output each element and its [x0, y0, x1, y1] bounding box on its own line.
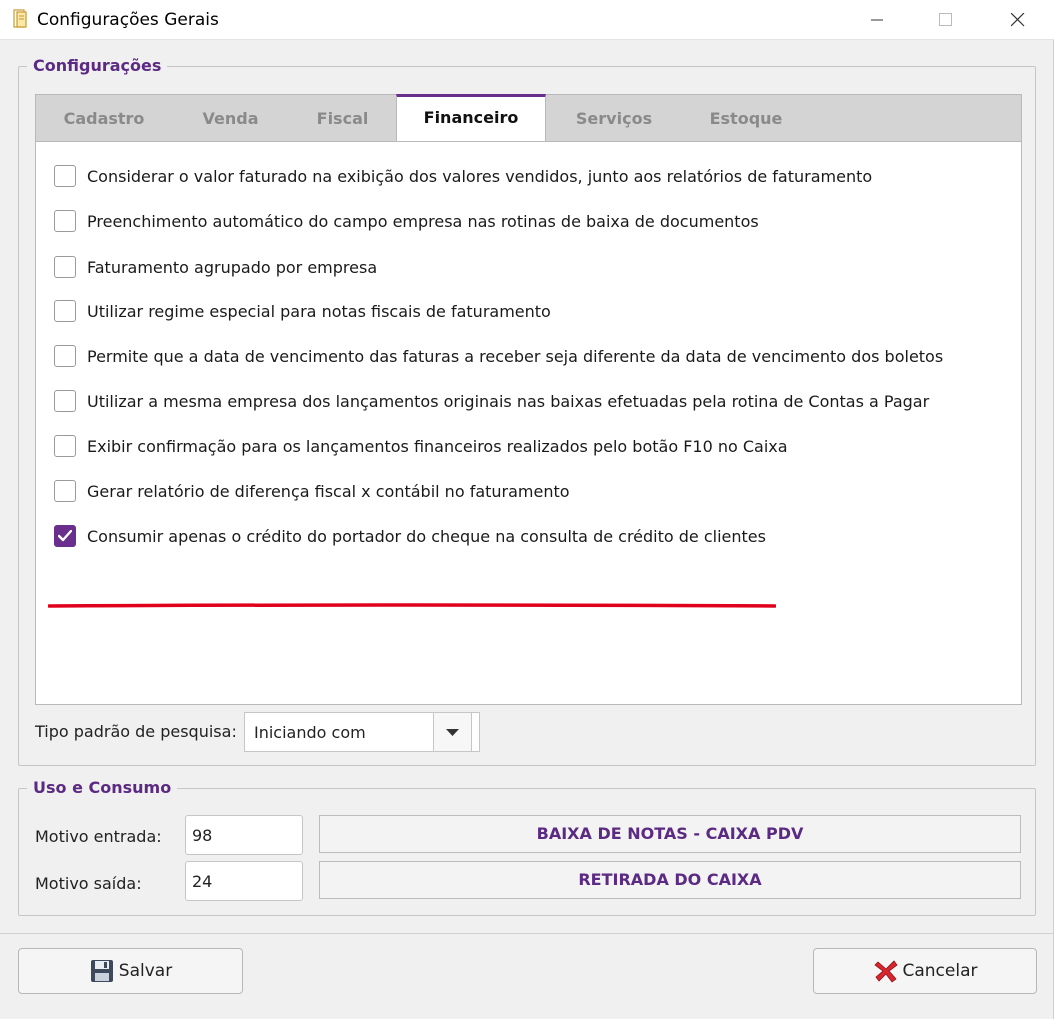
- motivo-saida-input[interactable]: 24: [185, 861, 303, 901]
- option-row[interactable]: Gerar relatório de diferença fiscal x co…: [54, 479, 570, 503]
- red-x-icon: [873, 960, 898, 983]
- floppy-disk-icon: [90, 960, 113, 982]
- search-type-label: Tipo padrão de pesquisa:: [35, 722, 237, 741]
- option-label: Exibir confirmação para os lançamentos f…: [87, 436, 788, 456]
- checkbox[interactable]: [54, 480, 76, 502]
- option-label: Permite que a data de vencimento das fat…: [87, 346, 944, 366]
- search-type-select[interactable]: Iniciando com: [244, 712, 480, 752]
- tab-estoque[interactable]: Estoque: [682, 95, 810, 142]
- footer-separator: [0, 933, 1054, 934]
- option-row[interactable]: Consumir apenas o crédito do portador do…: [54, 524, 766, 548]
- option-row[interactable]: Utilizar regime especial para notas fisc…: [54, 299, 551, 323]
- app-icon: [13, 9, 27, 28]
- option-label: Faturamento agrupado por empresa: [87, 257, 378, 277]
- option-row[interactable]: Utilizar a mesma empresa dos lançamentos…: [54, 389, 929, 413]
- tab-venda[interactable]: Venda: [172, 95, 289, 142]
- option-row[interactable]: Permite que a data de vencimento das fat…: [54, 344, 943, 368]
- cancel-label: Cancelar: [902, 961, 978, 981]
- checkbox[interactable]: [54, 300, 76, 322]
- minimize-button[interactable]: [855, 0, 901, 40]
- tab-financeiro[interactable]: Financeiro: [396, 94, 546, 143]
- motivo-entrada-label: Motivo entrada:: [35, 827, 162, 846]
- motivo-entrada-input[interactable]: 98: [185, 815, 303, 855]
- checkbox[interactable]: [54, 390, 76, 412]
- uso-consumo-legend: Uso e Consumo: [27, 778, 178, 797]
- search-type-dropdown-button[interactable]: [433, 712, 472, 752]
- tab-fiscal[interactable]: Fiscal: [289, 95, 396, 142]
- save-label: Salvar: [118, 961, 173, 981]
- save-button[interactable]: Salvar: [18, 948, 243, 994]
- tab-servicos[interactable]: Serviços: [546, 95, 682, 142]
- checkmark-icon: [58, 530, 72, 542]
- maximize-icon: [939, 13, 952, 26]
- option-row[interactable]: Faturamento agrupado por empresa: [54, 255, 377, 279]
- motivo-entrada-description: BAIXA DE NOTAS - CAIXA PDV: [319, 815, 1021, 853]
- option-label: Gerar relatório de diferença fiscal x co…: [87, 481, 570, 501]
- title-bar: Configurações Gerais: [0, 0, 1054, 40]
- option-label: Considerar o valor faturado na exibição …: [87, 166, 873, 186]
- tab-bar: Cadastro Venda Fiscal Financeiro Serviço…: [35, 94, 1022, 143]
- checkbox[interactable]: [54, 256, 76, 278]
- minimize-icon: [871, 19, 883, 21]
- window-body: Configurações Cadastro Venda Fiscal Fina…: [0, 40, 1054, 1019]
- option-label: Utilizar regime especial para notas fisc…: [87, 301, 551, 321]
- checkbox[interactable]: [54, 210, 76, 232]
- tabs-panel: Cadastro Venda Fiscal Financeiro Serviço…: [35, 94, 1022, 705]
- motivo-saida-description: RETIRADA DO CAIXA: [319, 861, 1021, 899]
- highlight-underline: [48, 603, 776, 608]
- close-icon: [1011, 13, 1025, 27]
- search-type-value: Iniciando com: [254, 723, 366, 742]
- chevron-down-icon: [446, 729, 459, 736]
- maximize-button[interactable]: [923, 0, 969, 40]
- configuracoes-legend: Configurações: [27, 56, 168, 75]
- checkbox[interactable]: [54, 435, 76, 457]
- option-row[interactable]: Exibir confirmação para os lançamentos f…: [54, 434, 788, 458]
- tab-cadastro[interactable]: Cadastro: [36, 95, 172, 142]
- option-row[interactable]: Considerar o valor faturado na exibição …: [54, 164, 872, 188]
- option-row[interactable]: Preenchimento automático do campo empres…: [54, 209, 759, 233]
- financeiro-tab-content: Considerar o valor faturado na exibição …: [35, 141, 1022, 705]
- checkbox[interactable]: [54, 165, 76, 187]
- option-label: Consumir apenas o crédito do portador do…: [87, 526, 766, 546]
- window-title: Configurações Gerais: [37, 10, 219, 30]
- option-label: Preenchimento automático do campo empres…: [87, 211, 759, 231]
- motivo-saida-label: Motivo saída:: [35, 874, 142, 893]
- checkbox-checked[interactable]: [54, 525, 76, 547]
- option-label: Utilizar a mesma empresa dos lançamentos…: [87, 391, 930, 411]
- close-button[interactable]: [995, 0, 1041, 40]
- checkbox[interactable]: [54, 345, 76, 367]
- cancel-button[interactable]: Cancelar: [813, 948, 1037, 994]
